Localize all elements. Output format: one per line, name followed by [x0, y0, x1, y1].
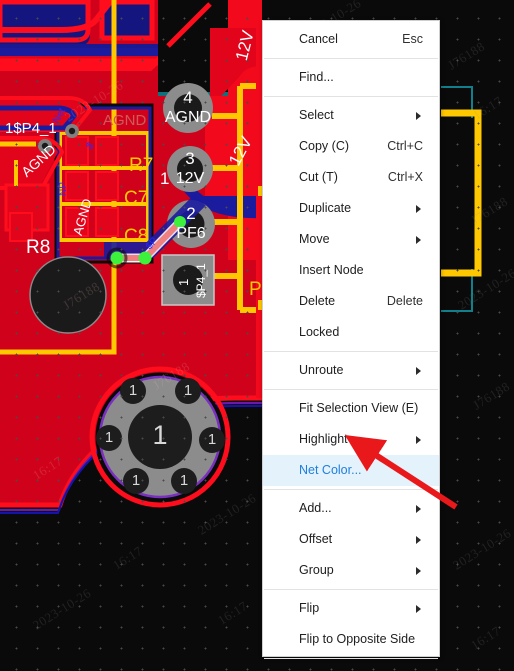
menu-item-accelerator: Ctrl+X	[387, 170, 423, 184]
menu-item-net-color[interactable]: Net Color...	[263, 455, 439, 486]
menu-item-group[interactable]: Group	[263, 555, 439, 586]
chevron-right-icon	[416, 111, 421, 120]
menu-item-label: Delete	[299, 294, 336, 308]
menu-separator	[264, 589, 438, 590]
menu-separator	[264, 489, 438, 490]
menu-item-label: Locked	[299, 325, 340, 339]
chevron-right-icon	[416, 504, 421, 513]
menu-item-label: Insert Node	[299, 263, 364, 277]
menu-item-delete[interactable]: Delete Delete	[263, 286, 439, 317]
menu-item-accelerator: Ctrl+C	[387, 139, 423, 153]
chevron-right-icon	[416, 204, 421, 213]
menu-item-offset[interactable]: Offset	[263, 524, 439, 555]
menu-item-label: Cancel	[299, 32, 338, 46]
menu-item-label: Net Color...	[299, 463, 362, 477]
menu-item-insert-node[interactable]: Insert Node	[263, 255, 439, 286]
menu-item-flip[interactable]: Flip	[263, 593, 439, 624]
menu-item-label: Add...	[299, 501, 332, 515]
menu-item-flip-opposite[interactable]: Flip to Opposite Side	[263, 624, 439, 655]
chevron-right-icon	[416, 604, 421, 613]
menu-item-accelerator: Delete	[386, 294, 423, 308]
menu-item-label: Group	[299, 563, 334, 577]
menu-item-label: Flip to Opposite Side	[299, 632, 416, 646]
menu-separator	[264, 389, 438, 390]
pcb-context-menu[interactable]: Cancel Esc Find... Select Copy (C) Ctrl+C Cut …	[262, 20, 440, 671]
menu-item-property[interactable]: Property...	[263, 662, 439, 671]
menu-item-find[interactable]: Find...	[263, 62, 439, 93]
menu-item-cancel[interactable]: Cancel Esc	[263, 24, 439, 55]
chevron-right-icon	[416, 535, 421, 544]
menu-item-label: Duplicate	[299, 201, 352, 215]
menu-separator	[264, 351, 438, 352]
menu-item-label: Copy (C)	[299, 139, 350, 153]
svg-text:NP: NP	[58, 182, 69, 196]
chevron-right-icon	[416, 366, 421, 375]
menu-item-copy[interactable]: Copy (C) Ctrl+C	[263, 131, 439, 162]
menu-item-unroute[interactable]: Unroute	[263, 355, 439, 386]
menu-item-label: Select	[299, 108, 334, 122]
menu-separator	[264, 658, 438, 659]
menu-item-label: Property...	[299, 662, 356, 671]
menu-item-label: Highlight	[299, 432, 348, 446]
menu-item-cut[interactable]: Cut (T) Ctrl+X	[263, 162, 439, 193]
menu-item-add[interactable]: Add...	[263, 493, 439, 524]
menu-separator	[264, 96, 438, 97]
menu-item-label: Find...	[299, 70, 334, 84]
menu-item-label: Cut (T)	[299, 170, 338, 184]
screen: Net $ NP $P R7 C7 C8 R8 P 1 1$P4_1 AGND …	[0, 0, 514, 671]
menu-item-highlight[interactable]: Highlight	[263, 424, 439, 455]
chevron-right-icon	[416, 235, 421, 244]
menu-item-locked[interactable]: Locked	[263, 317, 439, 348]
menu-item-label: Move	[299, 232, 330, 246]
menu-item-label: Offset	[299, 532, 333, 546]
menu-separator	[264, 58, 438, 59]
chevron-right-icon	[416, 435, 421, 444]
menu-item-duplicate[interactable]: Duplicate	[263, 193, 439, 224]
menu-item-label: Fit Selection View (E)	[299, 401, 419, 415]
chevron-right-icon	[416, 566, 421, 575]
menu-item-select[interactable]: Select	[263, 100, 439, 131]
menu-item-fit-selection-view[interactable]: Fit Selection View (E)	[263, 393, 439, 424]
menu-item-label: Flip	[299, 601, 320, 615]
menu-item-move[interactable]: Move	[263, 224, 439, 255]
menu-item-accelerator: Esc	[402, 32, 423, 46]
menu-item-label: Unroute	[299, 363, 344, 377]
